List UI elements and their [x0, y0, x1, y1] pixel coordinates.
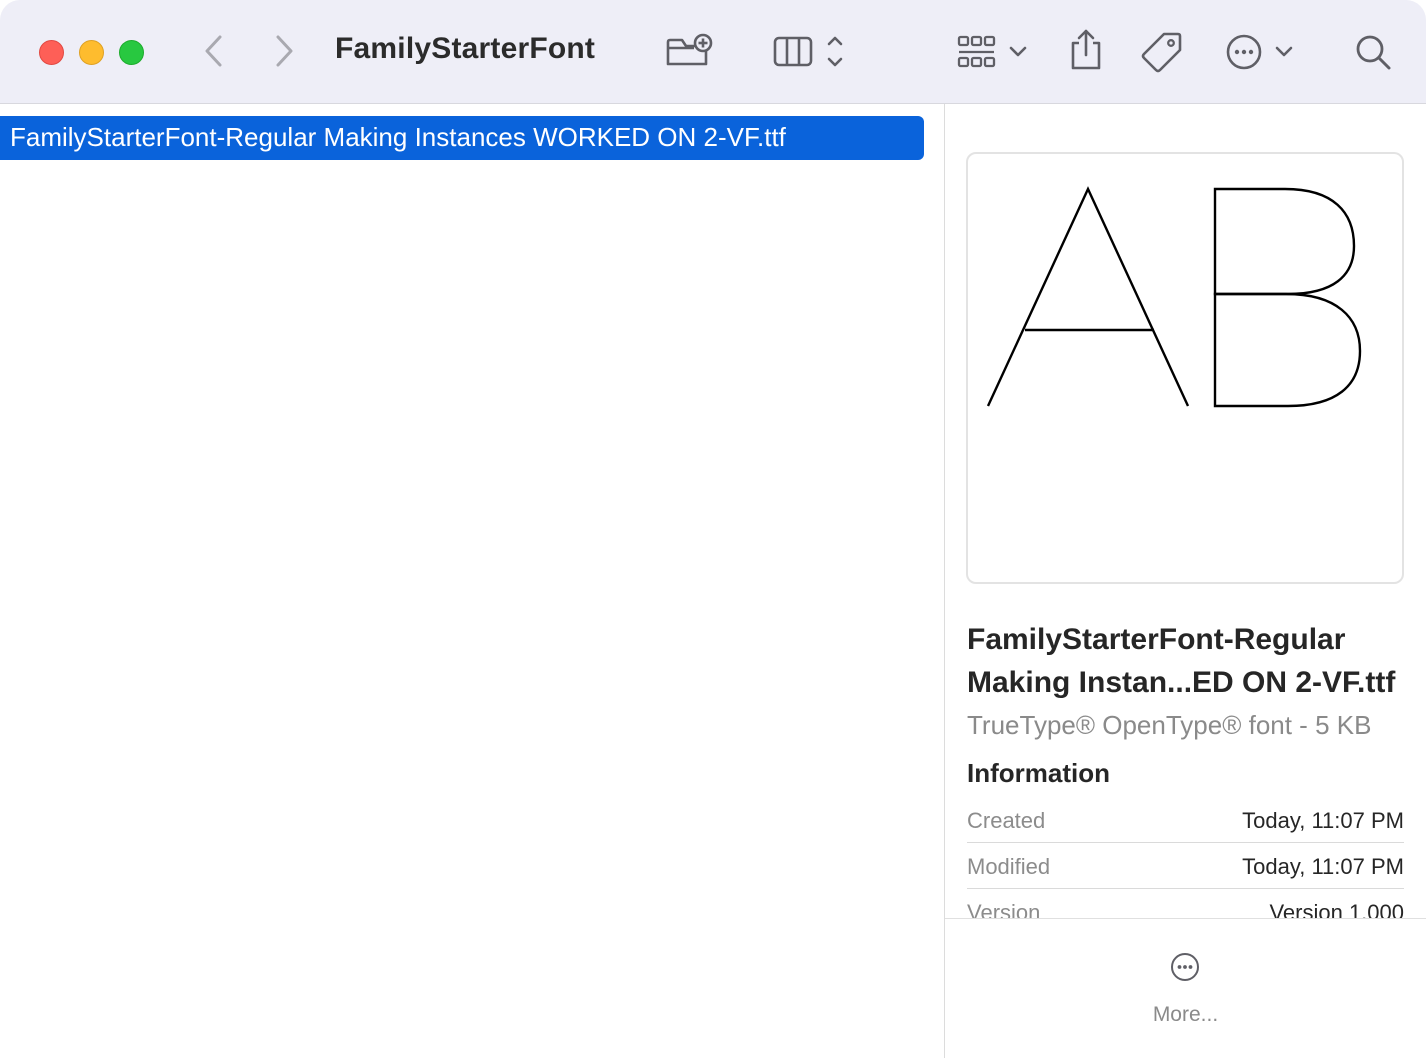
more-button[interactable]: More...: [945, 918, 1426, 1058]
more-label: More...: [1152, 1003, 1219, 1026]
font-preview-thumbnail: [966, 152, 1404, 584]
more-actions-icon[interactable]: [1224, 32, 1296, 72]
info-row-version: Version Version 1.000: [967, 900, 1404, 918]
info-value: Version 1.000: [1269, 900, 1404, 918]
close-window-button[interactable]: [39, 40, 64, 65]
info-label: Created: [967, 808, 1046, 833]
share-icon[interactable]: [1066, 27, 1106, 71]
info-label: Modified: [967, 854, 1051, 879]
tag-icon[interactable]: [1140, 30, 1184, 74]
chevron-right-icon[interactable]: [270, 34, 298, 68]
file-list[interactable]: [0, 104, 944, 1058]
preview-file-name: FamilyStarterFont-Regular Making Instan.…: [967, 623, 1396, 699]
glyph-sample-ab: [986, 186, 1362, 408]
chevron-left-icon[interactable]: [200, 34, 228, 68]
info-value: Today, 11:07 PM: [1242, 854, 1404, 879]
new-folder-icon[interactable]: [664, 32, 714, 70]
info-label: Version: [967, 900, 1041, 918]
information-list: Created Today, 11:07 PM Modified Today, …: [945, 800, 1426, 918]
finder-window: FamilyStarterFont FamilyStarterFont-Regu…: [0, 0, 1426, 1058]
column-view-icon[interactable]: [772, 33, 850, 71]
more-circle-icon: [1171, 953, 1199, 981]
info-value: Today, 11:07 PM: [1242, 808, 1404, 833]
info-row-modified: Modified Today, 11:07 PM: [967, 854, 1404, 900]
search-icon[interactable]: [1354, 33, 1394, 73]
info-separator: [967, 842, 1404, 843]
info-row-created: Created Today, 11:07 PM: [967, 808, 1404, 854]
minimize-window-button[interactable]: [79, 40, 104, 65]
information-heading: Information: [967, 758, 1110, 788]
info-separator: [967, 888, 1404, 889]
window-title: FamilyStarterFont: [335, 32, 596, 65]
group-icon[interactable]: [956, 33, 1030, 71]
zoom-window-button[interactable]: [119, 40, 144, 65]
file-row-name: FamilyStarterFont-Regular Making Instanc…: [10, 122, 786, 152]
toolbar: FamilyStarterFont: [0, 0, 1426, 104]
preview-file-type: TrueType® OpenType® font - 5 KB: [967, 710, 1372, 740]
file-row-selected[interactable]: FamilyStarterFont-Regular Making Instanc…: [0, 116, 924, 160]
